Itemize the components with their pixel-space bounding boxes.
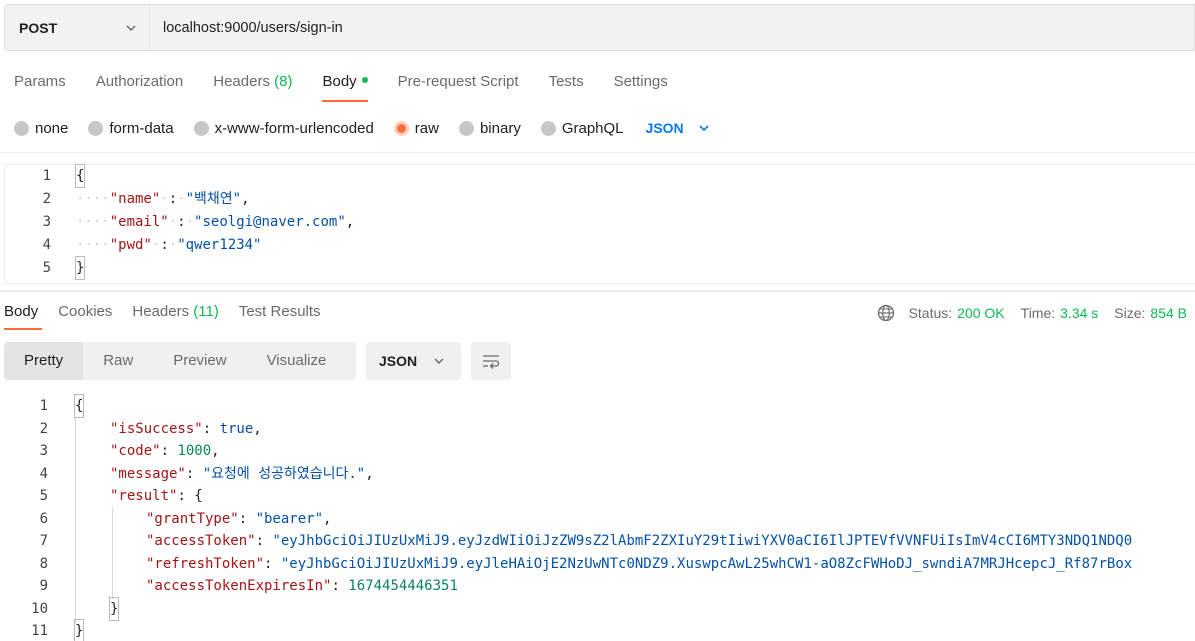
body-language-select[interactable]: JSON [646, 120, 710, 136]
radio-none[interactable]: none [14, 120, 68, 137]
line-number: 5 [42, 260, 51, 276]
tab-authorization[interactable]: Authorization [82, 62, 198, 102]
size-label: Size: [1114, 305, 1146, 321]
line-number: 10 [31, 601, 48, 617]
response-headers-count: (11) [193, 303, 219, 320]
radio-graphql[interactable]: GraphQL [540, 120, 624, 137]
method-label: POST [19, 19, 58, 36]
line-number: 4 [42, 237, 51, 253]
url-input[interactable]: localhost:9000/users/sign-in [149, 4, 1195, 51]
radio-raw[interactable]: raw [393, 120, 439, 137]
radio-icon [88, 120, 104, 136]
time-value: 3.34 s [1060, 305, 1099, 321]
code-text: ····"name"·:·"백채연", [76, 191, 250, 207]
code-text: { [73, 394, 85, 418]
view-visualize-button[interactable]: Visualize [247, 342, 347, 380]
size-value: 854 B [1150, 305, 1187, 321]
indent-guide [75, 417, 76, 623]
body-type-options: none form-data x-www-form-urlencoded raw… [14, 115, 710, 141]
wrap-lines-button[interactable] [471, 342, 511, 380]
code-text: "isSuccess": true, [110, 421, 262, 437]
tab-headers[interactable]: Headers (8) [199, 62, 306, 102]
tab-body[interactable]: Body [308, 62, 381, 102]
line-number: 8 [39, 556, 48, 572]
response-tabs: Body Cookies Headers (11) Test Results [0, 298, 337, 330]
method-select[interactable]: POST [4, 4, 149, 51]
view-mode-switcher: Pretty Raw Preview Visualize [4, 342, 356, 380]
response-body-viewer[interactable]: 1 { 2 "isSuccess": true, 3 "code": 1000,… [0, 394, 1195, 641]
line-number: 1 [39, 398, 48, 414]
view-pretty-button[interactable]: Pretty [4, 342, 84, 380]
code-text: ····"pwd"·:·"qwer1234" [76, 237, 262, 253]
radio-selected-icon [393, 120, 409, 136]
radio-icon [540, 120, 556, 136]
code-text: } [73, 619, 85, 641]
tab-params[interactable]: Params [0, 62, 80, 102]
line-number: 9 [39, 578, 48, 594]
code-text: "accessToken": "eyJhbGciOiJIUzUxMiJ9.eyJ… [146, 533, 1133, 549]
separator [0, 152, 1195, 153]
tab-response-headers[interactable]: Headers (11) [128, 298, 228, 330]
response-format-select[interactable]: JSON [366, 342, 461, 380]
tab-test-results[interactable]: Test Results [235, 298, 331, 330]
code-text: } [74, 256, 86, 280]
request-tabs: Params Authorization Headers (8) Body Pr… [0, 62, 1195, 102]
time-label: Time: [1020, 305, 1056, 321]
tab-pre-request-script[interactable]: Pre-request Script [384, 62, 533, 102]
tab-settings[interactable]: Settings [600, 62, 682, 102]
line-number: 4 [39, 466, 48, 482]
view-raw-button[interactable]: Raw [83, 342, 153, 380]
line-number: 2 [39, 421, 48, 437]
code-text: "message": "요청에 성공하였습니다.", [110, 466, 374, 482]
radio-binary[interactable]: binary [458, 120, 521, 137]
code-text: { [74, 164, 86, 188]
indent-guide [112, 507, 113, 599]
line-number: 5 [39, 488, 48, 504]
radio-icon [193, 120, 209, 136]
pane-divider[interactable] [0, 290, 1195, 292]
code-text: "code": 1000, [110, 443, 220, 459]
code-text: ····"email"·:·"seolgi@naver.com", [76, 214, 355, 230]
code-text: } [108, 597, 120, 621]
tab-cookies[interactable]: Cookies [54, 298, 122, 330]
chevron-down-icon [126, 25, 136, 32]
status-label: Status: [908, 305, 953, 321]
radio-form-data[interactable]: form-data [88, 120, 174, 137]
tab-tests[interactable]: Tests [535, 62, 598, 102]
tab-response-body[interactable]: Body [0, 298, 48, 330]
radio-icon [14, 120, 29, 136]
url-text: localhost:9000/users/sign-in [163, 19, 343, 36]
response-status: Status: 200 OK Time: 3.34 s Size: 854 B [877, 302, 1187, 324]
request-body-editor[interactable]: 1 { 2 ····"name"·:·"백채연", 3 ····"email"·… [4, 164, 1195, 284]
body-indicator-dot [361, 77, 368, 84]
wrap-lines-icon [483, 355, 500, 369]
line-number: 6 [39, 511, 48, 527]
line-number: 7 [39, 533, 48, 549]
line-number: 2 [42, 191, 51, 207]
code-text: "accessTokenExpiresIn": 1674454446351 [146, 578, 458, 594]
radio-icon [458, 120, 474, 136]
headers-count: (8) [274, 73, 293, 90]
line-number: 11 [31, 623, 48, 639]
chevron-down-icon [699, 125, 709, 132]
chevron-down-icon [434, 358, 444, 365]
radio-x-www-form-urlencoded[interactable]: x-www-form-urlencoded [193, 120, 374, 137]
code-text: "grantType": "bearer", [146, 511, 332, 527]
globe-icon[interactable] [877, 304, 895, 322]
view-preview-button[interactable]: Preview [153, 342, 246, 380]
line-number: 1 [42, 168, 51, 184]
request-url-bar: POST localhost:9000/users/sign-in [4, 4, 1195, 51]
status-value: 200 OK [957, 305, 1005, 321]
code-text: "result": { [110, 488, 203, 504]
line-number: 3 [39, 443, 48, 459]
code-text: "refreshToken": "eyJhbGciOiJIUzUxMiJ9.ey… [146, 556, 1133, 572]
line-number: 3 [42, 214, 51, 230]
